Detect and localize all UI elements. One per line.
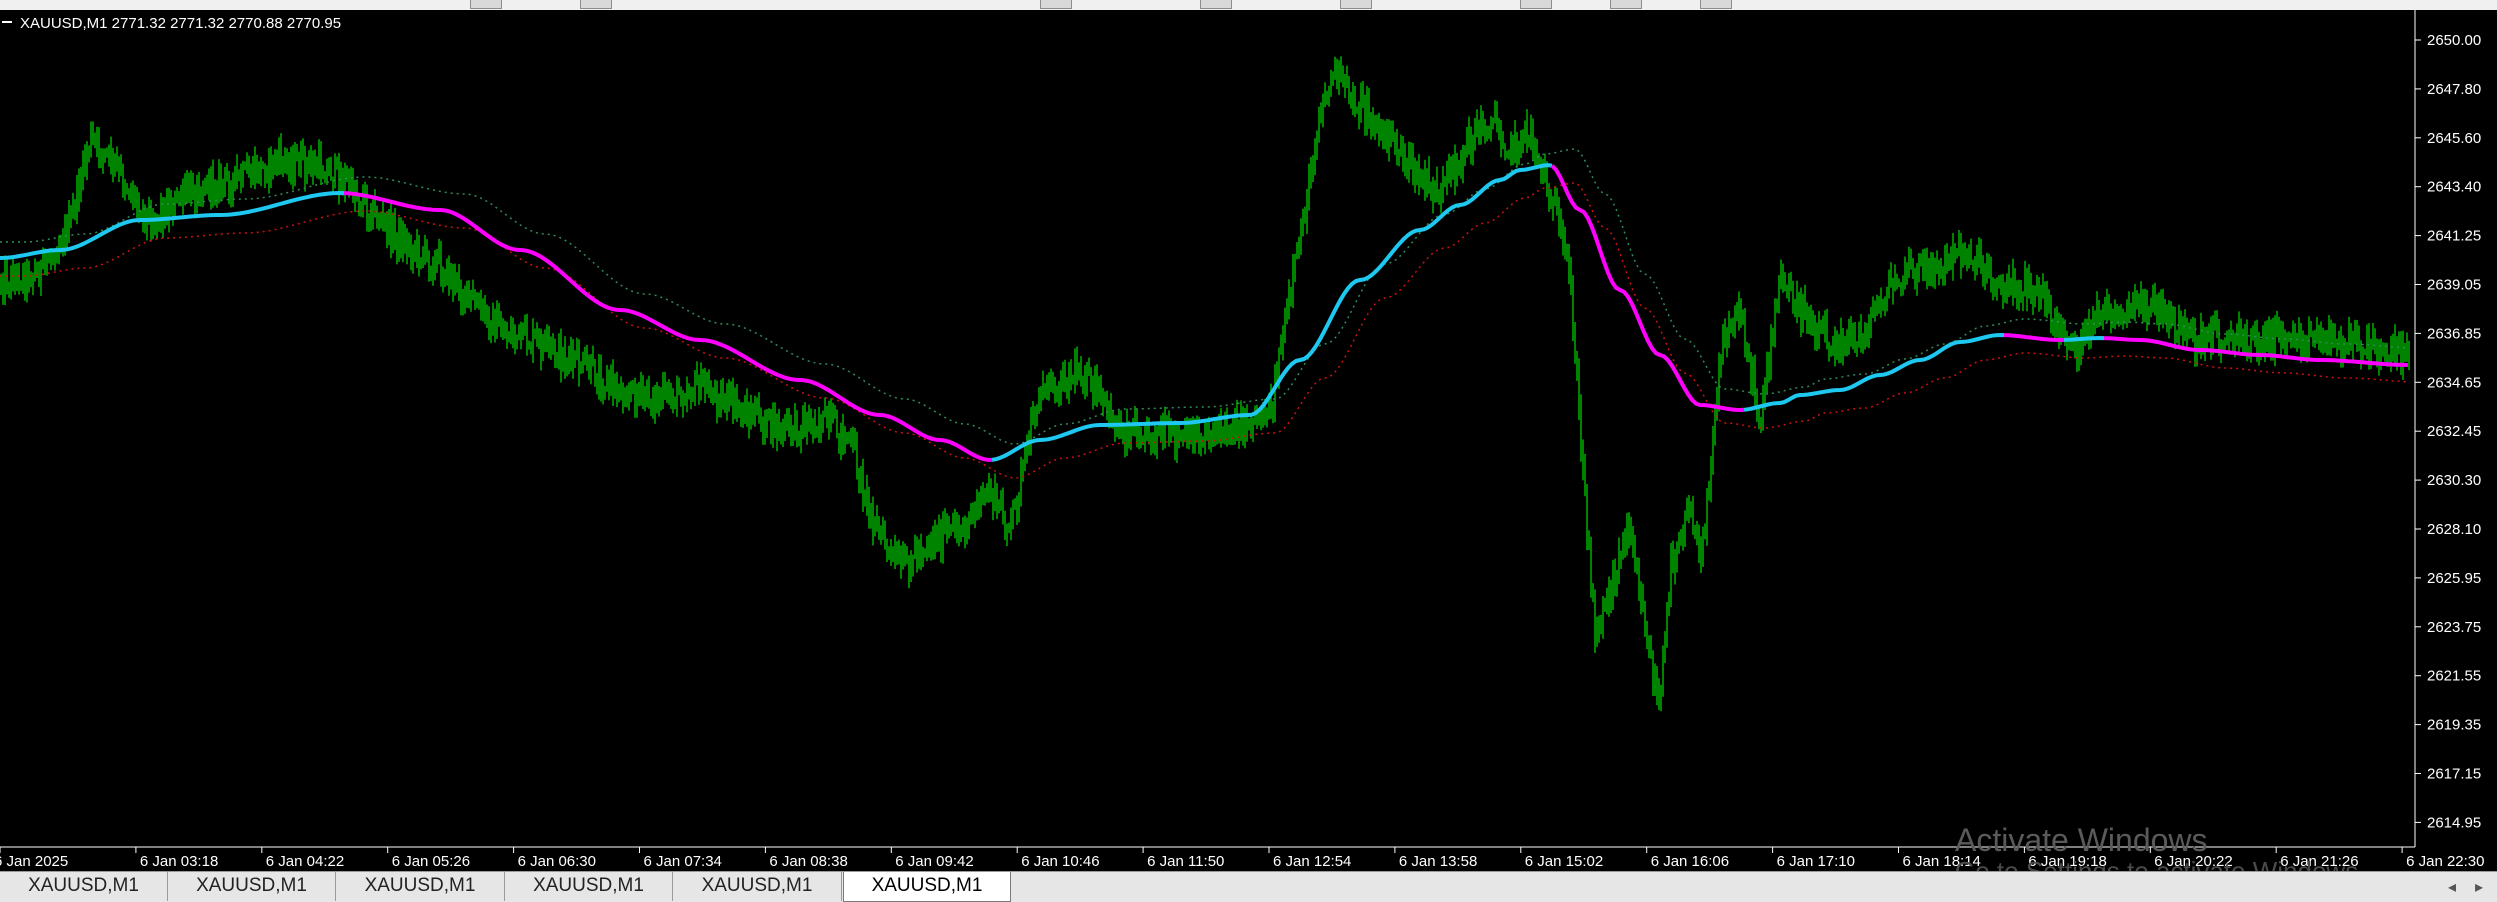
price-label: 2621.55 [2427,668,2481,685]
time-label: 6 Jan 15:02 [1525,853,1603,870]
price-label: 2632.45 [2427,423,2481,440]
chart-header: XAUUSD,M1 2771.32 2771.32 2770.88 2770.9… [20,15,341,32]
time-label: 6 Jan 09:42 [895,853,973,870]
tab-scroll-right-icon[interactable]: ▸ [2475,877,2483,897]
time-label: 6 Jan 17:10 [1777,853,1855,870]
time-label: 6 Jan 05:26 [392,853,470,870]
time-label: 6 Jan 13:58 [1399,853,1477,870]
chart-tab-bar: XAUUSD,M1 XAUUSD,M1 XAUUSD,M1 XAUUSD,M1 … [0,871,2497,902]
time-label: 6 Jan 04:22 [266,853,344,870]
chart-background [0,10,2497,871]
time-label: 6 Jan 10:46 [1021,853,1099,870]
toolbar-button[interactable] [470,0,502,9]
price-label: 2623.75 [2427,619,2481,636]
price-label: 2625.95 [2427,570,2481,587]
chart-tab-4[interactable]: XAUUSD,M1 [505,872,673,901]
chart-tab-3[interactable]: XAUUSD,M1 [336,872,505,901]
price-label: 2647.80 [2427,81,2481,98]
time-label: 6 Jan 2025 [0,853,68,870]
time-label: 6 Jan 22:30 [2406,853,2484,870]
price-label: 2619.35 [2427,717,2481,734]
time-label: 6 Jan 08:38 [769,853,847,870]
time-label: 6 Jan 11:50 [1147,853,1224,870]
price-label: 2643.40 [2427,179,2481,196]
time-label: 6 Jan 06:30 [518,853,596,870]
chart-menu-icon[interactable] [2,21,12,23]
toolbar-button[interactable] [1040,0,1072,9]
price-label: 2617.15 [2427,766,2481,783]
chart-tab-6-active[interactable]: XAUUSD,M1 [843,872,1011,902]
chart-canvas[interactable]: 2650.00 2647.80 2645.60 2643.40 2641.25 2639.… [0,10,2497,871]
chart-tab-5[interactable]: XAUUSD,M1 [673,872,842,901]
chart-tab-2[interactable]: XAUUSD,M1 [168,872,336,901]
time-label: 6 Jan 16:06 [1651,853,1729,870]
price-label: 2634.65 [2427,374,2481,391]
toolbar-button[interactable] [1700,0,1732,9]
price-label: 2636.85 [2427,325,2481,342]
toolbar-button[interactable] [1200,0,1232,9]
price-label: 2630.30 [2427,472,2481,489]
price-label: 2650.00 [2427,32,2481,49]
toolbar-button[interactable] [1340,0,1372,9]
tab-scroll-left-icon[interactable]: ◂ [2448,877,2456,897]
price-label: 2645.60 [2427,130,2481,147]
toolbar-button[interactable] [1610,0,1642,9]
price-label: 2639.05 [2427,277,2481,294]
time-label: 6 Jan 07:34 [644,853,722,870]
toolbar-button[interactable] [1520,0,1552,9]
toolbar-button[interactable] [580,0,612,9]
chart-tab-1[interactable]: XAUUSD,M1 [0,872,168,901]
time-label: 6 Jan 12:54 [1273,853,1351,870]
ma-segment [2063,336,2105,342]
time-label: 6 Jan 03:18 [140,853,218,870]
activate-windows-title: Activate Windows [1955,822,2208,858]
price-label: 2628.10 [2427,521,2481,538]
price-chart[interactable]: 2650.00 2647.80 2645.60 2643.40 2641.25 2639.… [0,10,2497,871]
price-label: 2614.95 [2427,814,2481,831]
price-label: 2641.25 [2427,228,2481,245]
